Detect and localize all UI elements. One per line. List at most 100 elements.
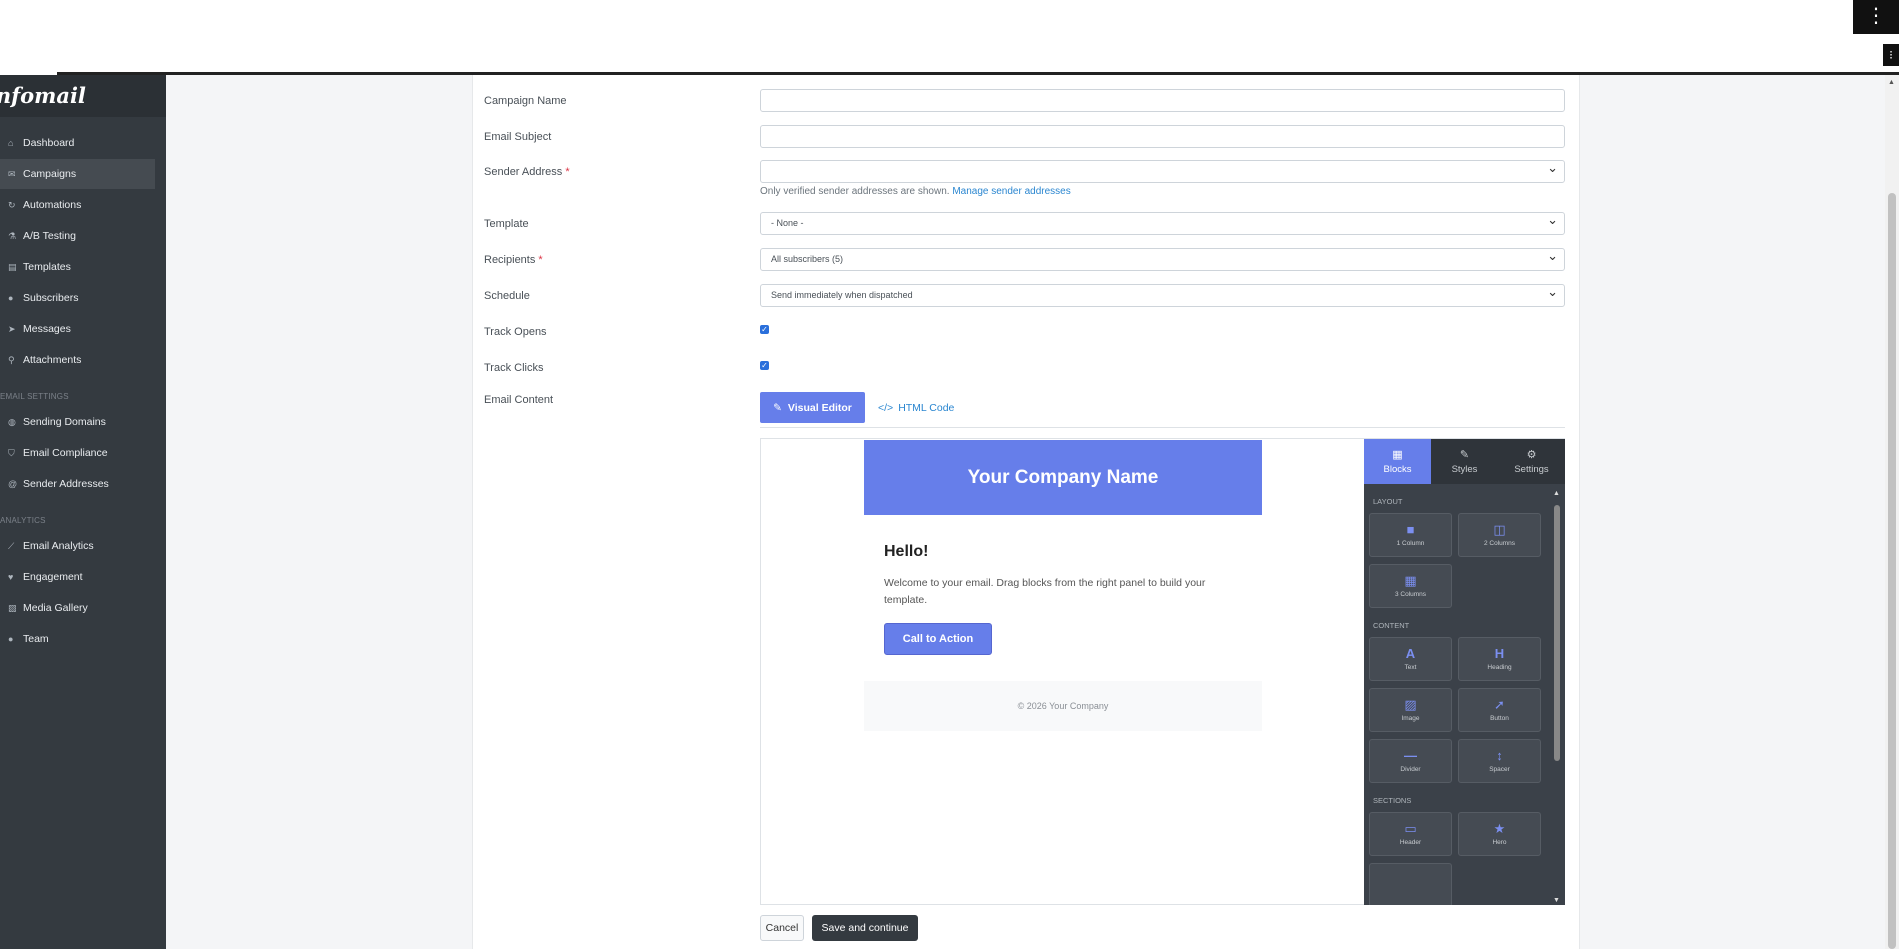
track-clicks-checkbox[interactable]: ✓ [760,361,769,370]
sidebar-item-automations[interactable]: ↻ Automations [0,190,155,220]
chart-line-icon: ⟋ [8,540,15,551]
template-select[interactable]: - None - [760,209,1565,235]
heading-icon: H [1494,646,1505,661]
block-header[interactable]: ▭ Header [1369,812,1452,856]
block-hero[interactable]: ★ Hero [1458,812,1541,856]
recipients-label: Recipients * [484,254,543,266]
campaign-name-label: Campaign Name [484,95,567,107]
email-header-block[interactable]: Your Company Name [864,440,1262,515]
menu-toggle-icon[interactable]: ⁝ [1883,44,1899,66]
track-clicks-label: Track Clicks [484,362,544,374]
code-icon: </> [878,401,894,414]
blocks-scrollbar-thumb[interactable] [1554,505,1560,761]
email-cta-button[interactable]: Call to Action [884,623,992,655]
sidebar-item-email-compliance[interactable]: ⛉ Email Compliance [0,438,155,468]
sidebar-item-messages[interactable]: ➤ Messages [0,314,155,344]
sidebar-item-attachments[interactable]: ⚲ Attachments [0,345,155,375]
sidebar-item-team[interactable]: ● Team [0,624,155,654]
paperclip-icon: ⚲ [8,354,15,365]
block-text[interactable]: A Text [1369,637,1452,681]
block-3-columns[interactable]: ▦ 3 Columns [1369,564,1452,608]
cancel-button[interactable]: Cancel [760,915,804,941]
arrows-vertical-icon: ↕ [1496,748,1503,763]
file-icon: ▤ [8,261,17,272]
sidebar-item-email-analytics[interactable]: ⟋ Email Analytics [0,531,155,561]
grid-icon: ▦ [1404,573,1417,588]
page-scrollbar[interactable]: ▲ [1885,75,1899,949]
star-icon: ★ [1493,821,1506,836]
block-heading[interactable]: H Heading [1458,637,1541,681]
content-heading: CONTENT [1373,621,1410,630]
blocks-panel-tabs: ▦ Blocks ✎ Styles ⚙ Settings [1364,439,1565,484]
campaign-name-input[interactable] [760,89,1565,112]
at-icon: @ [8,479,18,489]
window-icon: ▭ [1404,821,1417,836]
sync-icon: ↻ [8,199,16,210]
tab-settings[interactable]: ⚙ Settings [1498,439,1565,484]
section-blocks: ▭ Header ★ Hero [1364,812,1552,905]
heart-icon: ♥ [8,572,14,582]
block-image[interactable]: ▨ Image [1369,688,1452,732]
sidebar-item-sending-domains[interactable]: ◍ Sending Domains [0,407,155,437]
track-opens-checkbox[interactable]: ✓ [760,325,769,334]
tab-html-code[interactable]: </> HTML Code [878,392,954,423]
sidebar: Infomail ⌂Dashboard ✉Campaigns ↻Automati… [0,75,166,949]
scroll-up-icon[interactable]: ▲ [1553,490,1560,497]
block-2-columns[interactable]: ◫ 2 Columns [1458,513,1541,557]
brand-logo[interactable]: Infomail [0,75,166,117]
sidebar-item-engagement[interactable]: ♥ Engagement [0,562,155,592]
block-divider[interactable]: — Divider [1369,739,1452,783]
content-blocks: A Text H Heading ▨ Image ➚ Button — Divider ↕… [1364,637,1552,783]
more-options-icon[interactable]: ⋮ [1853,0,1899,34]
save-and-continue-button[interactable]: Save and continue [812,915,918,941]
shield-icon: ⛉ [8,447,15,458]
sidebar-item-sender-addresses[interactable]: @ Sender Addresses [0,469,155,499]
brush-icon: ✎ [773,401,782,414]
sender-address-select[interactable] [760,157,1565,183]
scroll-up-icon[interactable]: ▲ [1888,79,1895,86]
sidebar-section-email-settings: EMAIL SETTINGS [0,392,69,401]
block-partial[interactable] [1369,863,1452,905]
blocks-scrollbar[interactable]: ▲ ▼ [1553,490,1561,904]
sidebar-item-media-gallery[interactable]: ▨ Media Gallery [0,593,155,623]
sidebar-item-campaigns[interactable]: ✉ Campaigns [0,159,155,189]
sidebar-item-subscribers[interactable]: ● Subscribers [0,283,155,313]
square-icon: ■ [1406,522,1415,537]
sidebar-item-ab-testing[interactable]: ⚗ A/B Testing [0,221,155,251]
email-footer-block[interactable]: © 2026 Your Company [864,681,1262,731]
layout-heading: LAYOUT [1373,497,1403,506]
block-button[interactable]: ➚ Button [1458,688,1541,732]
schedule-label: Schedule [484,290,530,302]
team-icon: ● [8,634,14,644]
grid-icon: ▦ [1392,449,1403,461]
email-greeting[interactable]: Hello! [884,543,928,561]
email-subject-input[interactable] [760,125,1565,148]
tab-divider [760,427,1565,428]
sender-address-label: Sender Address * [484,166,570,178]
sidebar-item-templates[interactable]: ▤ Templates [0,252,155,282]
recipients-select[interactable]: All subscribers (5) [760,245,1565,271]
tab-visual-editor[interactable]: ✎ Visual Editor [760,392,865,423]
blocks-list: LAYOUT ■ 1 Column ◫ 2 Columns ▦ 3 Columns C… [1364,484,1552,905]
flask-icon: ⚗ [8,230,17,241]
sidebar-item-dashboard[interactable]: ⌂ Dashboard [0,128,155,158]
email-content-label: Email Content [484,394,554,406]
scroll-down-icon[interactable]: ▼ [1553,897,1560,904]
brush-icon: ✎ [1459,449,1470,461]
users-icon: ● [8,293,14,303]
tab-blocks[interactable]: ▦ Blocks [1364,439,1431,484]
page-scrollbar-thumb[interactable] [1888,193,1896,949]
manage-sender-addresses-link[interactable]: Manage sender addresses [952,186,1070,197]
divider-icon: — [1404,748,1417,763]
paper-plane-icon: ➤ [8,323,16,334]
email-body-text[interactable]: Welcome to your email. Drag blocks from … [884,575,1224,609]
globe-icon: ◍ [8,416,16,427]
tab-styles[interactable]: ✎ Styles [1431,439,1498,484]
block-spacer[interactable]: ↕ Spacer [1458,739,1541,783]
pointer-icon: ➚ [1494,697,1505,712]
sections-heading: SECTIONS [1373,796,1412,805]
layout-blocks: ■ 1 Column ◫ 2 Columns ▦ 3 Columns [1364,513,1552,608]
block-1-column[interactable]: ■ 1 Column [1369,513,1452,557]
schedule-select[interactable]: Send immediately when dispatched [760,281,1565,307]
email-subject-label: Email Subject [484,131,552,143]
